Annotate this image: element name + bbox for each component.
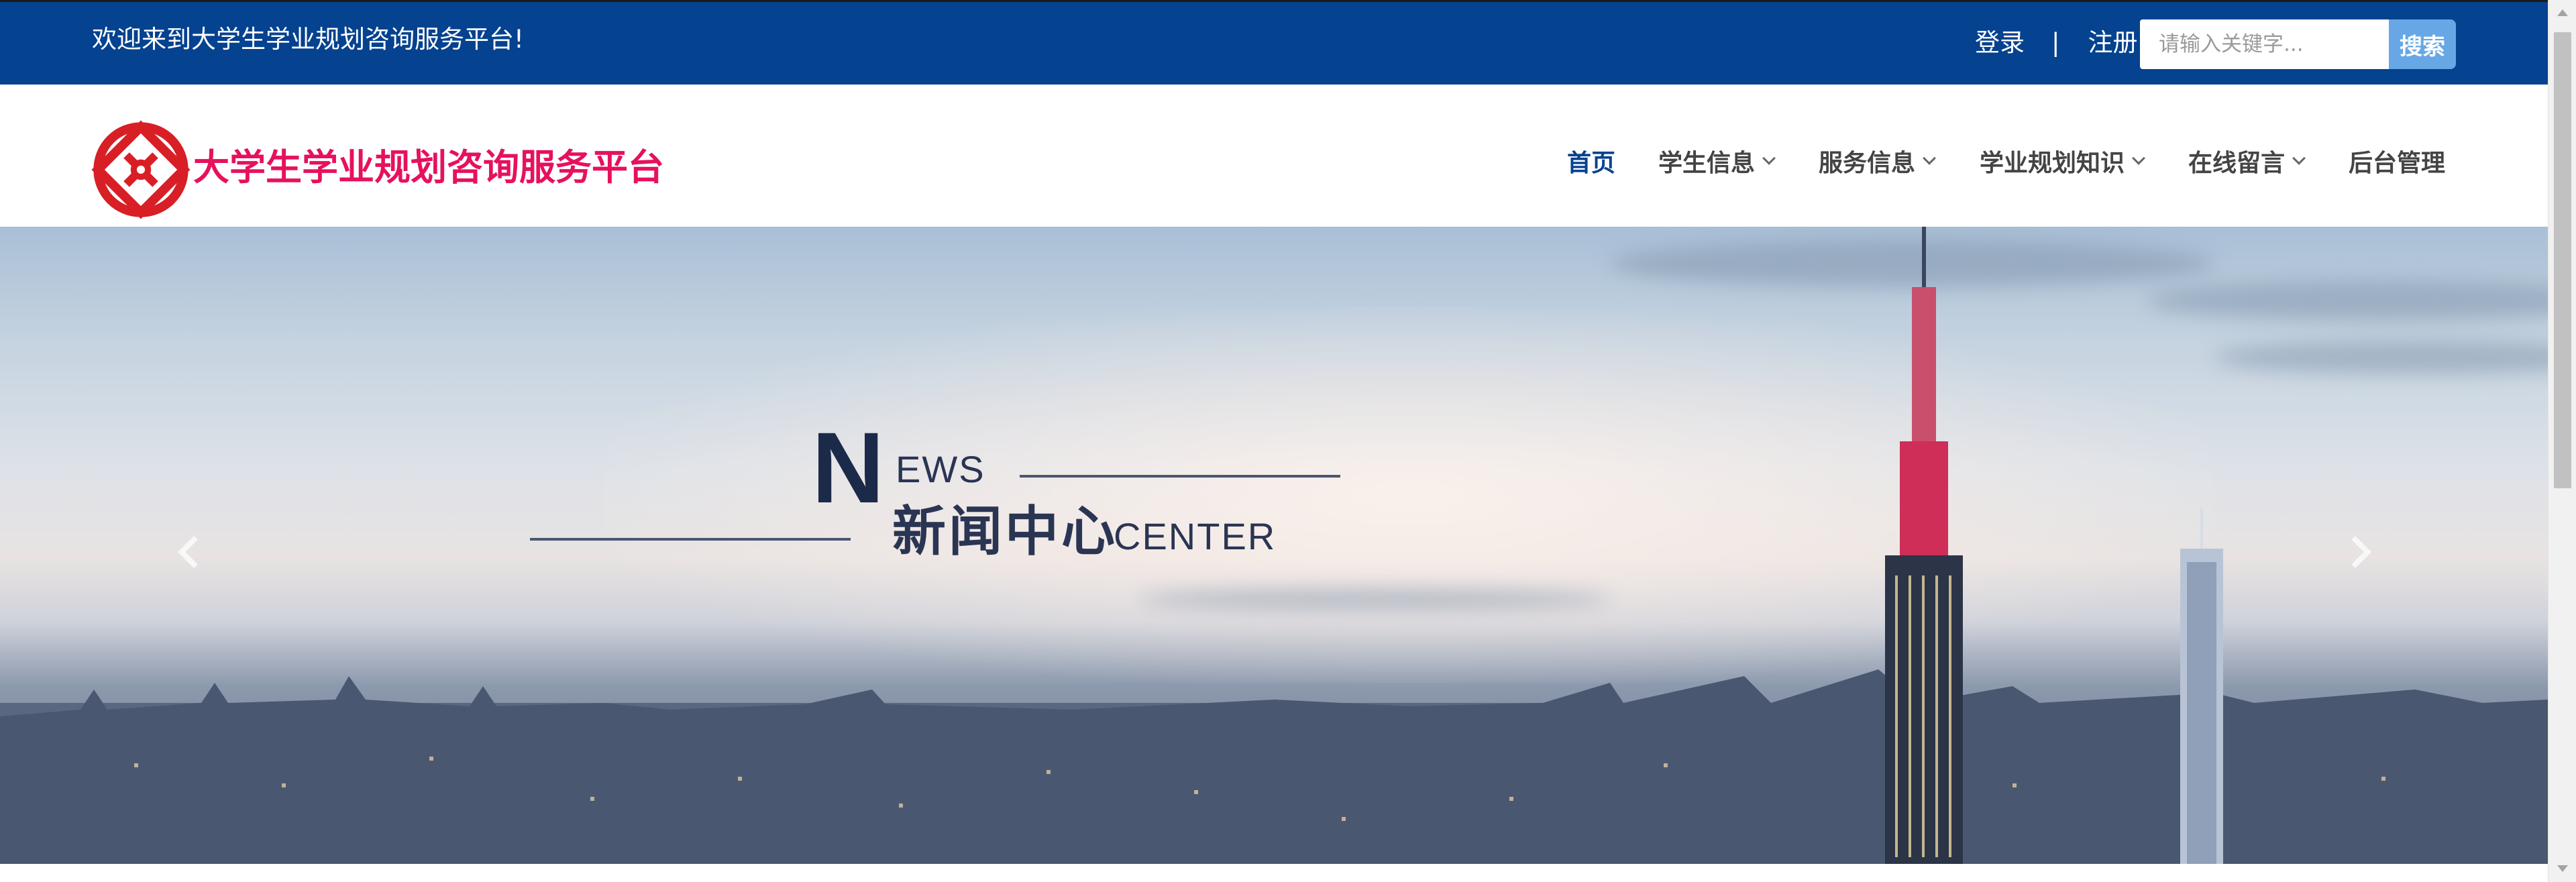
news-letter-n: N: [812, 411, 885, 524]
chevron-down-icon: [2132, 152, 2145, 165]
nav-service-info[interactable]: 服务信息: [1819, 137, 1936, 185]
cloud: [2214, 341, 2548, 374]
nav-planning-knowledge[interactable]: 学业规划知识: [1980, 137, 2145, 185]
welcome-text: 欢迎来到大学生学业规划咨询服务平台!: [92, 25, 524, 54]
nav-online-message-label: 在线留言: [2188, 150, 2286, 177]
scroll-up-arrow-icon[interactable]: [2557, 9, 2568, 16]
scroll-down-arrow-icon[interactable]: [2557, 865, 2568, 872]
login-link[interactable]: 登录: [1975, 27, 2025, 58]
auth-links: 登录 | 注册: [1975, 27, 2137, 58]
chevron-down-icon: [1762, 152, 1776, 165]
scroll-thumb[interactable]: [2554, 32, 2571, 488]
chevron-right-icon: [2339, 535, 2372, 569]
nav-online-message[interactable]: 在线留言: [2188, 137, 2306, 185]
decorative-line: [1020, 475, 1340, 478]
search-input[interactable]: [2140, 19, 2390, 69]
nav-home[interactable]: 首页: [1567, 137, 1615, 185]
chevron-down-icon: [1923, 152, 1936, 165]
nav-admin[interactable]: 后台管理: [2349, 137, 2445, 185]
nav-student-info[interactable]: 学生信息: [1658, 137, 1776, 185]
chevron-down-icon: [2292, 152, 2306, 165]
nav-student-info-label: 学生信息: [1658, 150, 1756, 177]
decorative-line: [530, 538, 851, 541]
hero-banner: N EWS 新闻中心 CENTER: [0, 227, 2548, 864]
tower-illustration: [2180, 508, 2223, 864]
news-center-heading: N EWS 新闻中心 CENTER: [530, 417, 1362, 596]
top-bar: 欢迎来到大学生学业规划咨询服务平台! 登录 | 注册 搜索: [0, 0, 2548, 85]
banner-next-button[interactable]: [2339, 522, 2380, 589]
nav-planning-knowledge-label: 学业规划知识: [1980, 150, 2125, 177]
nav-home-label: 首页: [1567, 150, 1616, 177]
register-link[interactable]: 注册: [2088, 27, 2137, 58]
news-center-en: CENTER: [1114, 515, 1277, 557]
banner-prev-button[interactable]: [168, 522, 211, 589]
chevron-left-icon: [177, 535, 211, 569]
tower-illustration: [1885, 227, 1963, 864]
search-button[interactable]: 搜索: [2389, 19, 2456, 69]
nav-service-info-label: 服务信息: [1819, 150, 1916, 177]
site-header: 大学生学业规划咨询服务平台 首页 学生信息 服务信息 学业规划知识 在线留言 后…: [0, 85, 2548, 227]
news-letters-ews: EWS: [896, 448, 985, 490]
main-nav: 首页 学生信息 服务信息 学业规划知识 在线留言 后台管理: [0, 137, 2548, 185]
nav-admin-label: 后台管理: [2349, 150, 2446, 177]
auth-separator: |: [2051, 28, 2060, 57]
vertical-scrollbar[interactable]: [2548, 0, 2576, 882]
page: 欢迎来到大学生学业规划咨询服务平台! 登录 | 注册 搜索 大学生学业规划咨询服…: [0, 0, 2576, 882]
news-center-cn: 新闻中心: [892, 500, 1118, 563]
